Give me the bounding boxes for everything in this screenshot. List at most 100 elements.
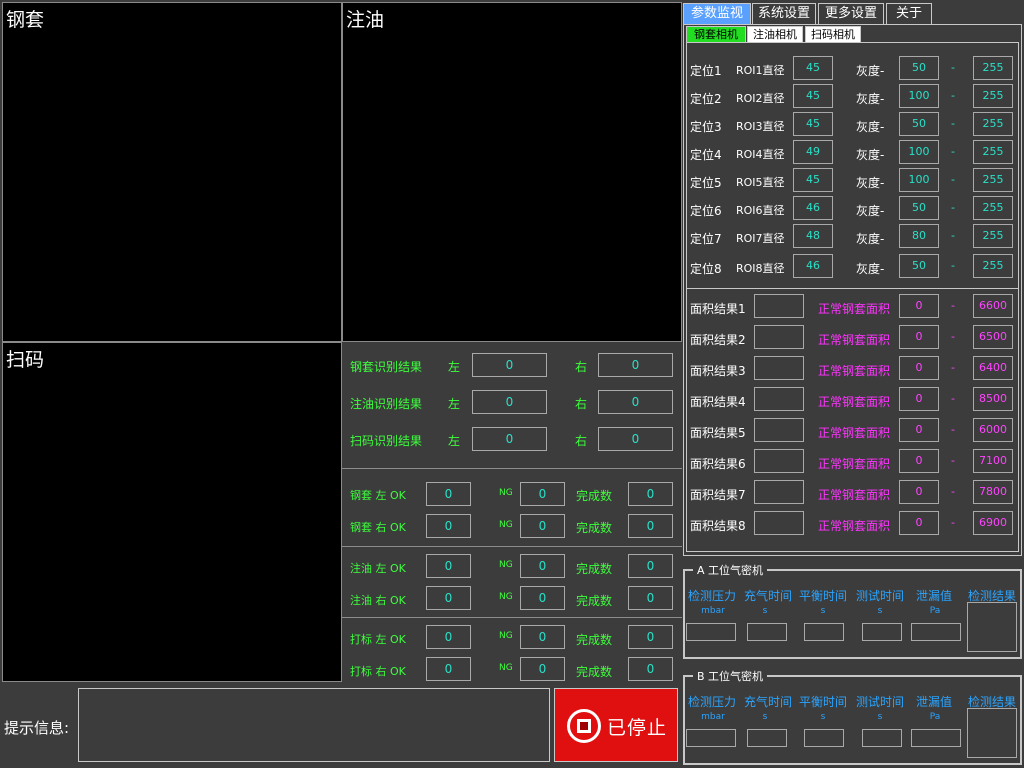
roi-diameter-input[interactable]: 46 bbox=[793, 254, 833, 278]
gray-min-input[interactable]: 50 bbox=[899, 254, 939, 278]
pressure-value bbox=[686, 729, 736, 747]
tab-parameter-monitor[interactable]: 参数监视 bbox=[683, 3, 751, 24]
scan-right-result: 0 bbox=[598, 427, 673, 451]
airtight-b-group: B 工位气密机 检测压力 充气时间 平衡时间 测试时间 泄漏值 检测结果 mba… bbox=[683, 668, 1022, 765]
gray-min-input[interactable]: 100 bbox=[899, 140, 939, 164]
roi-diameter-input[interactable]: 45 bbox=[793, 112, 833, 136]
tab-about[interactable]: 关于 bbox=[886, 3, 932, 24]
gray-max-input[interactable]: 255 bbox=[973, 56, 1013, 80]
counter-label: 钢套 左 OK bbox=[350, 489, 406, 502]
counter-label: 注油 左 OK bbox=[350, 562, 406, 575]
gray-max-input[interactable]: 255 bbox=[973, 84, 1013, 108]
subtab-scan-camera[interactable]: 扫码相机 bbox=[805, 26, 861, 42]
area-result-value bbox=[754, 480, 804, 504]
area-max-input[interactable]: 6400 bbox=[973, 356, 1013, 380]
position-label: 定位7 bbox=[690, 232, 722, 246]
area-min-input[interactable]: 0 bbox=[899, 387, 939, 411]
area-min-input[interactable]: 0 bbox=[899, 418, 939, 442]
counter-label: 注油 右 OK bbox=[350, 594, 406, 607]
gray-min-input[interactable]: 50 bbox=[899, 56, 939, 80]
normal-area-label: 正常钢套面积 bbox=[818, 519, 891, 533]
range-dash: - bbox=[951, 201, 955, 214]
right-label: 右 bbox=[575, 397, 588, 411]
gray-max-input[interactable]: 255 bbox=[973, 140, 1013, 164]
area-max-input[interactable]: 6000 bbox=[973, 418, 1013, 442]
balance-time-value bbox=[804, 623, 844, 641]
area-min-input[interactable]: 0 bbox=[899, 356, 939, 380]
normal-area-label: 正常钢套面积 bbox=[818, 395, 891, 409]
area-min-input[interactable]: 0 bbox=[899, 480, 939, 504]
scan-camera-view: 扫码 bbox=[2, 342, 342, 682]
area-min-input[interactable]: 0 bbox=[899, 511, 939, 535]
area-min-input[interactable]: 0 bbox=[899, 294, 939, 318]
gray-max-input[interactable]: 255 bbox=[973, 112, 1013, 136]
gray-min-input[interactable]: 50 bbox=[899, 112, 939, 136]
area-max-input[interactable]: 8500 bbox=[973, 387, 1013, 411]
tab-system-settings[interactable]: 系统设置 bbox=[752, 3, 816, 24]
roi-diameter-input[interactable]: 48 bbox=[793, 224, 833, 248]
range-dash: - bbox=[951, 299, 955, 312]
steel-view-title: 钢套 bbox=[6, 9, 45, 31]
gray-max-input[interactable]: 255 bbox=[973, 224, 1013, 248]
roi-diameter-label: ROI1直径 bbox=[736, 64, 785, 77]
area-result-label: 面积结果5 bbox=[690, 426, 746, 440]
done-count: 0 bbox=[628, 625, 673, 649]
roi-section: 定位1 ROI1直径 45 灰度- 50 - 255 定位2 ROI2直径 45… bbox=[686, 42, 1019, 288]
ok-count: 0 bbox=[426, 657, 471, 681]
gray-min-input[interactable]: 100 bbox=[899, 168, 939, 192]
gray-min-input[interactable]: 50 bbox=[899, 196, 939, 220]
gray-max-input[interactable]: 255 bbox=[973, 168, 1013, 192]
area-min-input[interactable]: 0 bbox=[899, 449, 939, 473]
ng-label: NG bbox=[499, 663, 513, 673]
area-result-label: 面积结果7 bbox=[690, 488, 746, 502]
area-max-input[interactable]: 7100 bbox=[973, 449, 1013, 473]
area-max-input[interactable]: 6500 bbox=[973, 325, 1013, 349]
area-result-value bbox=[754, 325, 804, 349]
divider bbox=[686, 288, 1019, 289]
gray-max-input[interactable]: 255 bbox=[973, 254, 1013, 278]
subtab-steel-camera[interactable]: 钢套相机 bbox=[686, 26, 746, 42]
pressure-unit: mbar bbox=[701, 606, 725, 616]
steel-left-result: 0 bbox=[472, 353, 547, 377]
ng-count: 0 bbox=[520, 514, 565, 538]
area-min-input[interactable]: 0 bbox=[899, 325, 939, 349]
area-result-value bbox=[754, 387, 804, 411]
roi-diameter-input[interactable]: 45 bbox=[793, 56, 833, 80]
roi-diameter-label: ROI2直径 bbox=[736, 92, 785, 105]
fill-time-value bbox=[747, 729, 787, 747]
gray-max-input[interactable]: 255 bbox=[973, 196, 1013, 220]
tab-more-settings[interactable]: 更多设置 bbox=[818, 3, 884, 24]
roi-diameter-input[interactable]: 45 bbox=[793, 84, 833, 108]
area-max-input[interactable]: 6900 bbox=[973, 511, 1013, 535]
stop-button[interactable]: 已停止 bbox=[554, 688, 678, 762]
fill-time-label: 充气时间 bbox=[744, 589, 793, 603]
done-label: 完成数 bbox=[576, 521, 613, 535]
gray-min-input[interactable]: 80 bbox=[899, 224, 939, 248]
normal-area-label: 正常钢套面积 bbox=[818, 364, 891, 378]
range-dash: - bbox=[951, 259, 955, 272]
counter-label: 钢套 右 OK bbox=[350, 521, 406, 534]
scan-left-result: 0 bbox=[472, 427, 547, 451]
balance-time-value bbox=[804, 729, 844, 747]
gray-label: 灰度- bbox=[856, 92, 885, 106]
oil-view-title: 注油 bbox=[346, 9, 385, 31]
roi-diameter-label: ROI6直径 bbox=[736, 204, 785, 217]
gray-label: 灰度- bbox=[856, 204, 885, 218]
subtab-oil-camera[interactable]: 注油相机 bbox=[747, 26, 803, 42]
ng-count: 0 bbox=[520, 657, 565, 681]
roi-diameter-input[interactable]: 45 bbox=[793, 168, 833, 192]
range-dash: - bbox=[951, 117, 955, 130]
gray-min-input[interactable]: 100 bbox=[899, 84, 939, 108]
area-max-input[interactable]: 6600 bbox=[973, 294, 1013, 318]
ng-count: 0 bbox=[520, 586, 565, 610]
roi-diameter-input[interactable]: 49 bbox=[793, 140, 833, 164]
right-label: 右 bbox=[575, 360, 588, 374]
leak-value-label: 泄漏值 bbox=[916, 589, 953, 603]
range-dash: - bbox=[951, 89, 955, 102]
area-max-input[interactable]: 7800 bbox=[973, 480, 1013, 504]
ng-label: NG bbox=[499, 592, 513, 602]
roi-diameter-input[interactable]: 46 bbox=[793, 196, 833, 220]
ng-label: NG bbox=[499, 560, 513, 570]
leak-value-label: 泄漏值 bbox=[916, 695, 953, 709]
area-result-label: 面积结果4 bbox=[690, 395, 746, 409]
